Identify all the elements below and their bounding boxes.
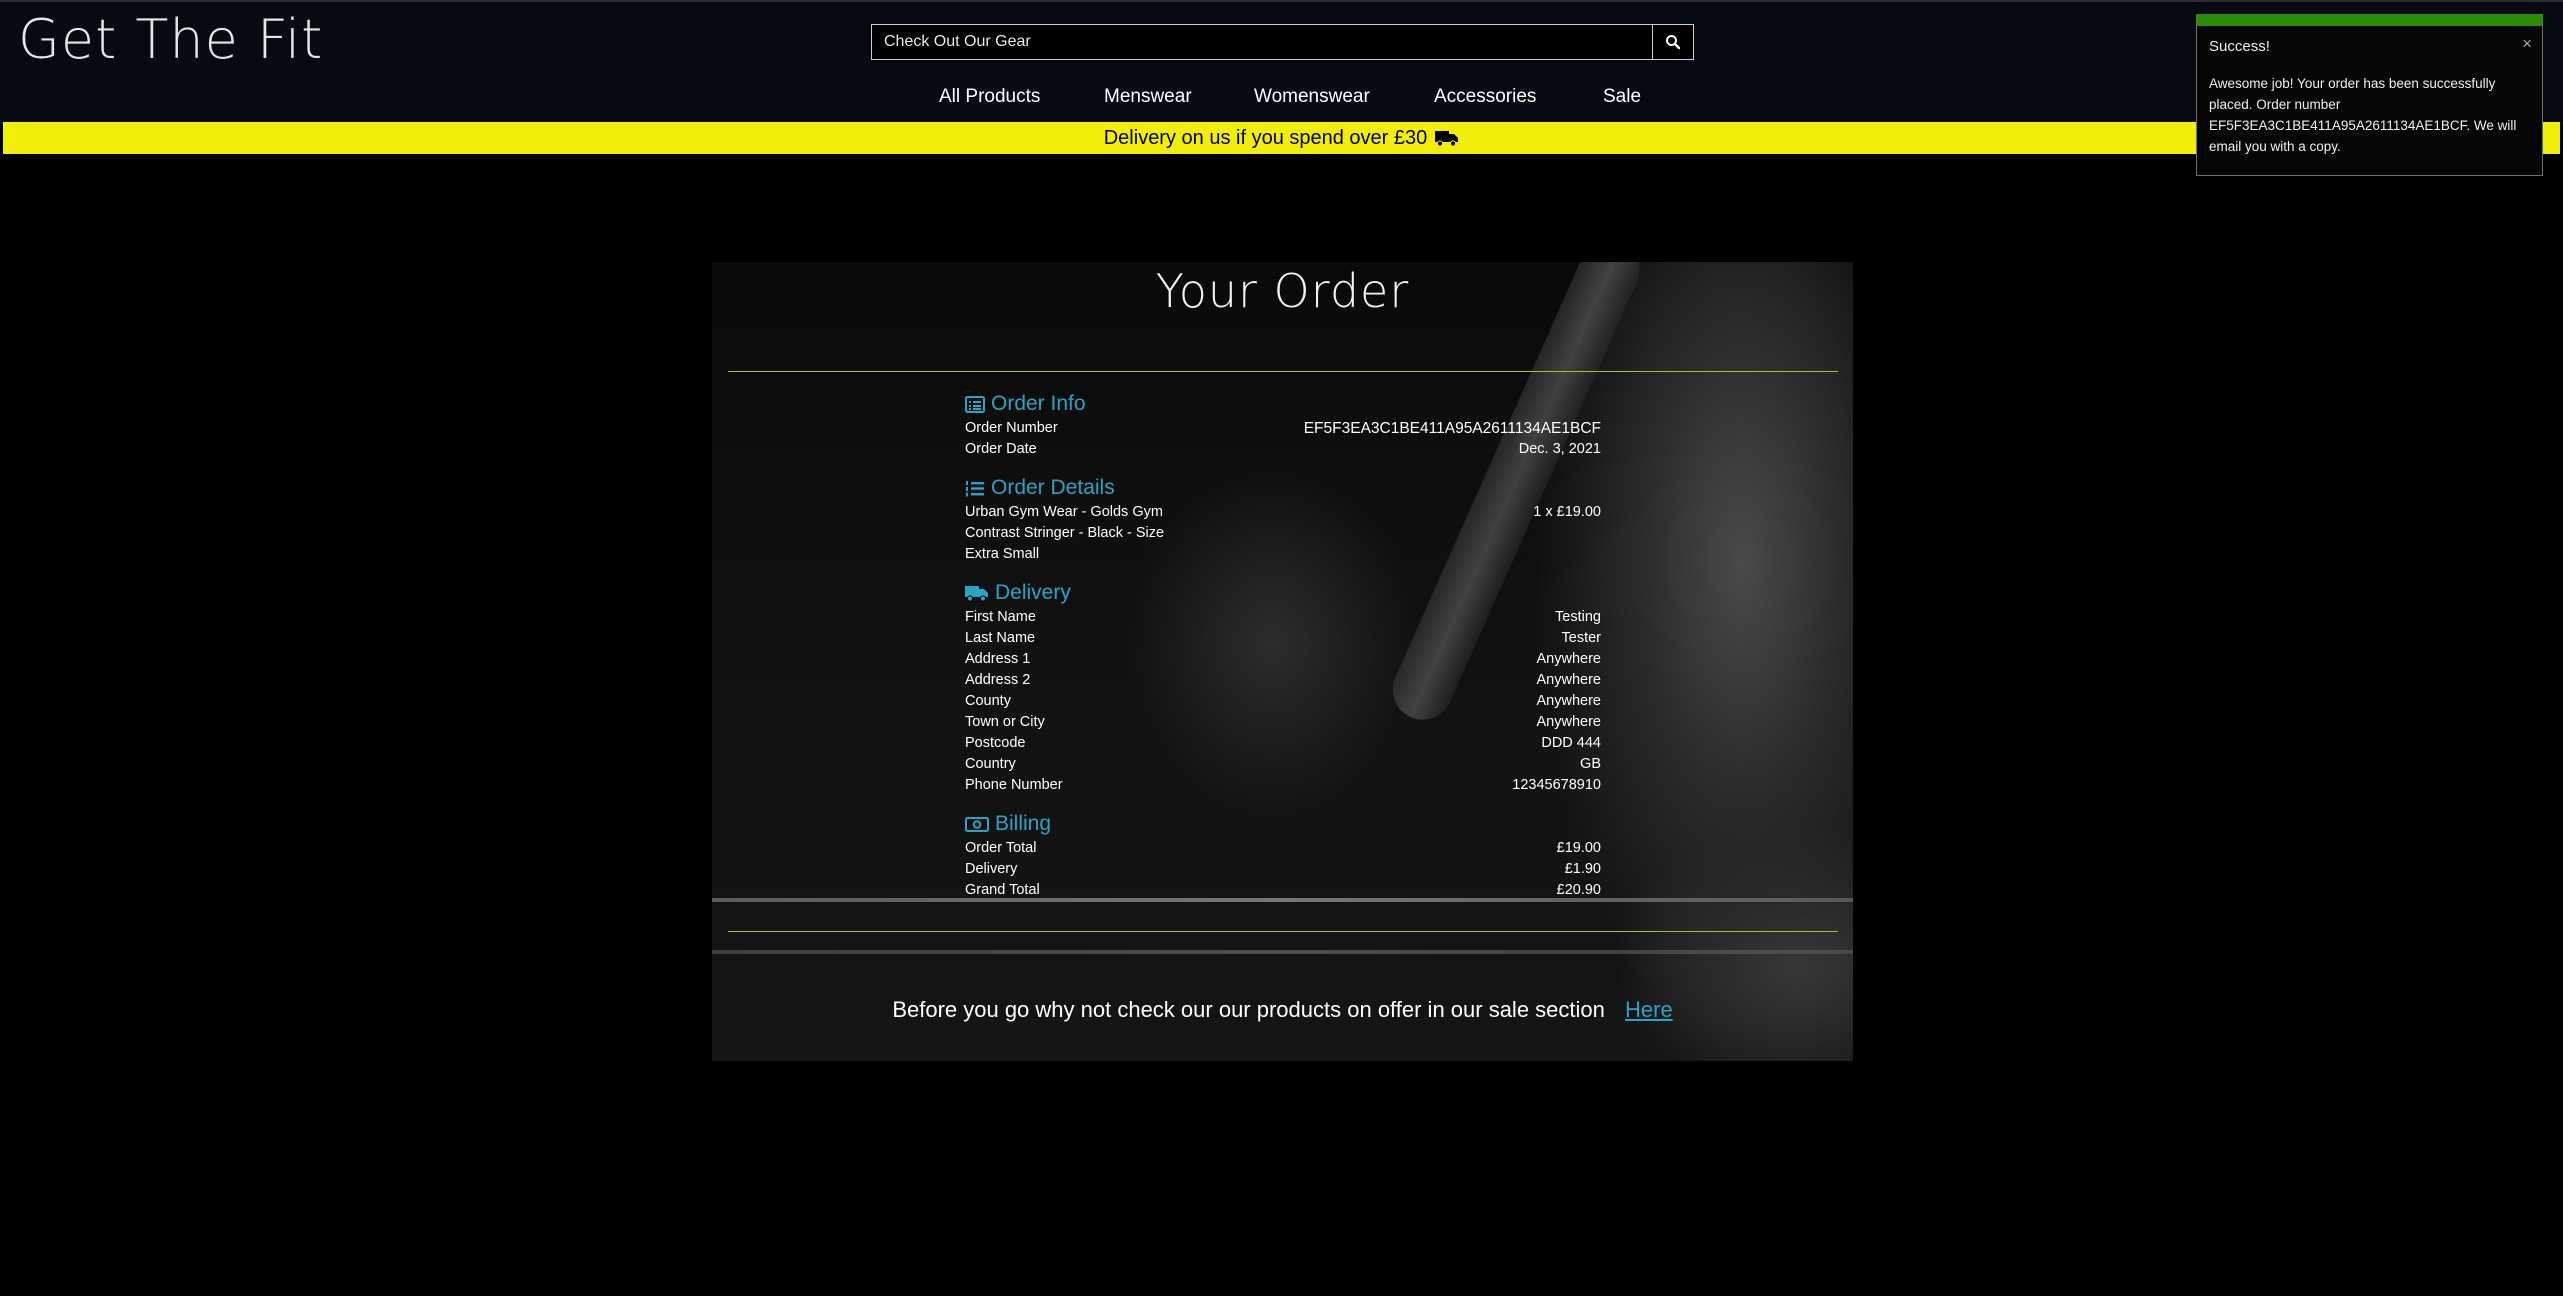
item-name: Urban Gym Wear - Golds Gym Contrast Stri… <box>965 504 1165 562</box>
truck-icon <box>1435 131 1459 147</box>
site-logo[interactable]: Get The Fit <box>18 8 323 71</box>
nav-sale[interactable]: Sale <box>1603 86 1641 108</box>
list-alt-icon <box>965 395 985 413</box>
toast-message: Awesome job! Your order has been success… <box>2209 76 2517 154</box>
order-number: EF5F3EA3C1BE411A95A2611134AE1BCF <box>1303 420 1601 437</box>
field-value: £20.90 <box>1556 882 1601 898</box>
billing-row: Grand Total £20.90 <box>965 880 1601 901</box>
search-bar <box>871 24 1694 60</box>
field-label: County <box>965 693 1011 709</box>
order-date: Dec. 3, 2021 <box>1518 441 1601 457</box>
field-value: 12345678910 <box>1512 777 1601 793</box>
field-value: £19.00 <box>1556 840 1601 856</box>
delivery-row: Postcode DDD 444 <box>965 733 1601 754</box>
order-date-row: Order Date Dec. 3, 2021 <box>965 439 1601 460</box>
delivery-row: Address 2 Anywhere <box>965 670 1601 691</box>
section-title: Delivery <box>995 581 1071 604</box>
field-value: Anywhere <box>1536 714 1601 730</box>
search-button[interactable] <box>1652 25 1693 59</box>
field-label: Phone Number <box>965 777 1063 793</box>
nav-accessories[interactable]: Accessories <box>1434 86 1536 108</box>
money-bill-icon <box>965 816 989 832</box>
field-label: Order Date <box>965 441 1037 457</box>
item-qty-price: 1 x £19.00 <box>1533 504 1601 520</box>
delivery-row: County Anywhere <box>965 691 1601 712</box>
delivery-row: Country GB <box>965 754 1601 775</box>
field-value: Anywhere <box>1536 672 1601 688</box>
order-summary: Order Info Order Number EF5F3EA3C1BE411A… <box>965 390 1601 901</box>
field-label: Town or City <box>965 714 1045 730</box>
field-value: Anywhere <box>1536 693 1601 709</box>
order-number-row: Order Number EF5F3EA3C1BE411A95A2611134A… <box>965 418 1601 439</box>
toast-title: Success! <box>2209 38 2270 55</box>
order-details-heading: Order Details <box>965 474 1601 502</box>
search-input[interactable] <box>872 25 1654 59</box>
divider <box>728 371 1838 372</box>
page-title: Your Order <box>1155 264 1410 318</box>
billing-heading: Billing <box>965 810 1601 838</box>
nav-all-products[interactable]: All Products <box>939 86 1040 108</box>
section-title: Billing <box>995 812 1052 835</box>
billing-row: Order Total £19.00 <box>965 838 1601 859</box>
delivery-row: Phone Number 12345678910 <box>965 775 1601 796</box>
order-info-heading: Order Info <box>965 390 1601 418</box>
field-value: Anywhere <box>1536 651 1601 667</box>
divider <box>728 931 1838 932</box>
field-label: Address 1 <box>965 651 1031 667</box>
delivery-heading: Delivery <box>965 579 1601 607</box>
field-label: Grand Total <box>965 882 1040 898</box>
field-label: Country <box>965 756 1016 772</box>
field-value: Testing <box>1555 609 1601 625</box>
field-label: Postcode <box>965 735 1026 751</box>
nav-womenswear[interactable]: Womenswear <box>1254 86 1370 108</box>
nav-menswear[interactable]: Menswear <box>1104 86 1192 108</box>
billing-row: Delivery £1.90 <box>965 859 1601 880</box>
sale-prompt: Before you go why not check our our prod… <box>712 997 1853 1023</box>
delivery-row: Town or City Anywhere <box>965 712 1601 733</box>
field-value: GB <box>1580 756 1601 772</box>
field-value: £1.90 <box>1564 861 1601 877</box>
list-ol-icon <box>966 480 984 496</box>
section-title: Order Info <box>991 392 1086 415</box>
section-title: Order Details <box>991 476 1115 499</box>
ring-rope <box>712 950 1853 954</box>
field-value: DDD 444 <box>1541 735 1601 751</box>
search-icon <box>1666 35 1681 50</box>
delivery-row: First Name Testing <box>965 607 1601 628</box>
order-panel: Your Order Order Info Order Number EF5F3… <box>712 262 1853 1061</box>
banner-text: Delivery on us if you spend over £30 <box>1103 126 1428 149</box>
delivery-row: Address 1 Anywhere <box>965 649 1601 670</box>
sale-link[interactable]: Here <box>1625 997 1673 1022</box>
success-toast: × Success! Awesome job! Your order has b… <box>2196 14 2543 176</box>
truck-icon <box>965 586 988 602</box>
field-label: Last Name <box>965 630 1036 646</box>
field-label: First Name <box>965 609 1036 625</box>
close-icon[interactable]: × <box>2522 34 2532 54</box>
delivery-banner: Delivery on us if you spend over £30 <box>3 122 2560 154</box>
delivery-row: Last Name Tester <box>965 628 1601 649</box>
field-label: Address 2 <box>965 672 1031 688</box>
sale-prompt-text: Before you go why not check our our prod… <box>892 997 1605 1022</box>
field-label: Delivery <box>965 861 1018 877</box>
order-item-row: Urban Gym Wear - Golds Gym Contrast Stri… <box>965 502 1601 565</box>
field-label: Order Number <box>965 420 1058 436</box>
field-label: Order Total <box>965 840 1037 856</box>
site-header: Get The Fit All Products Menswear Womens… <box>0 0 2563 124</box>
field-value: Tester <box>1561 630 1602 646</box>
